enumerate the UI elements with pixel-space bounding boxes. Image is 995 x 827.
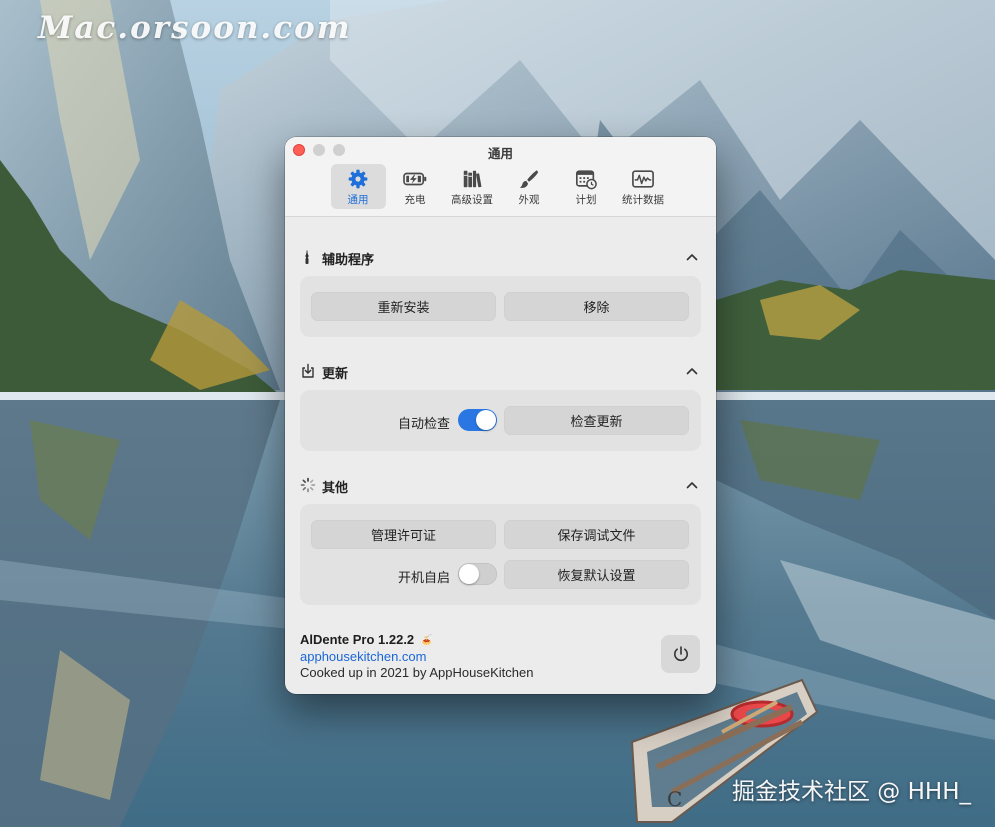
titlebar: 通用 通用 充电 高级设置 外观 计划 统计数据 bbox=[285, 137, 716, 217]
reinstall-button[interactable]: 重新安装 bbox=[311, 292, 496, 321]
save-debug-file-button[interactable]: 保存调试文件 bbox=[504, 520, 689, 549]
helper-panel: 重新安装 移除 bbox=[300, 276, 701, 337]
other-section: 其他 管理许可证 保存调试文件 开机自启 恢复默认设置 bbox=[300, 473, 701, 608]
toolbar: 通用 充电 高级设置 外观 计划 统计数据 bbox=[285, 164, 716, 209]
other-panel: 管理许可证 保存调试文件 开机自启 恢复默认设置 bbox=[300, 504, 701, 605]
tab-label: 统计数据 bbox=[622, 194, 664, 206]
tab-label: 计划 bbox=[575, 194, 597, 206]
svg-text:C: C bbox=[667, 787, 682, 811]
gear-icon bbox=[348, 169, 368, 189]
other-section-header[interactable]: 其他 bbox=[300, 473, 701, 497]
tab-label: 高级设置 bbox=[451, 194, 493, 206]
chevron-up-icon[interactable] bbox=[685, 364, 699, 378]
website-link[interactable]: apphousekitchen.com bbox=[300, 649, 426, 664]
other-section-title: 其他 bbox=[322, 480, 349, 495]
app-version: AlDente Pro 1.22.2 🍝 bbox=[300, 632, 433, 647]
auto-check-toggle[interactable] bbox=[458, 409, 497, 431]
tab-label: 通用 bbox=[347, 194, 369, 206]
toggle-knob bbox=[459, 564, 479, 584]
helper-section-header[interactable]: 辅助程序 bbox=[300, 245, 701, 269]
pasta-emoji-icon: 🍝 bbox=[419, 635, 434, 647]
chevron-up-icon[interactable] bbox=[685, 478, 699, 492]
window-title: 通用 bbox=[487, 147, 513, 161]
update-panel: 自动检查 检查更新 bbox=[300, 390, 701, 451]
tab-label: 外观 bbox=[518, 194, 540, 206]
tab-appearance[interactable]: 外观 bbox=[502, 164, 557, 209]
auto-check-label: 自动检查 bbox=[397, 416, 450, 431]
tab-schedule[interactable]: 计划 bbox=[559, 164, 614, 209]
check-update-button[interactable]: 检查更新 bbox=[504, 406, 689, 435]
watermark-bottom: 掘金技术社区 @ HHH_ bbox=[731, 779, 971, 805]
update-section: 更新 自动检查 检查更新 bbox=[300, 359, 701, 454]
tab-statistics[interactable]: 统计数据 bbox=[616, 164, 671, 209]
update-section-header[interactable]: 更新 bbox=[300, 359, 701, 383]
app-name-text: AlDente Pro 1.22.2 bbox=[300, 632, 415, 647]
brush-icon bbox=[519, 170, 539, 188]
helper-section-title: 辅助程序 bbox=[322, 252, 375, 267]
power-icon bbox=[673, 646, 688, 662]
tab-advanced[interactable]: 高级设置 bbox=[445, 164, 500, 209]
chart-icon bbox=[632, 170, 654, 188]
restore-defaults-button[interactable]: 恢复默认设置 bbox=[504, 560, 689, 589]
wrench-icon bbox=[305, 250, 309, 264]
battery-icon bbox=[403, 172, 427, 186]
helper-section: 辅助程序 重新安装 移除 bbox=[300, 245, 701, 340]
books-icon bbox=[463, 170, 482, 188]
spinner-icon bbox=[300, 477, 316, 493]
footer: AlDente Pro 1.22.2 🍝 apphousekitchen.com… bbox=[300, 630, 701, 680]
chevron-up-icon[interactable] bbox=[685, 250, 699, 264]
credit-text: Cooked up in 2021 by AppHouseKitchen bbox=[300, 665, 534, 680]
tab-charging[interactable]: 充电 bbox=[388, 164, 443, 209]
remove-button[interactable]: 移除 bbox=[504, 292, 689, 321]
manage-license-button[interactable]: 管理许可证 bbox=[311, 520, 496, 549]
launch-at-login-label: 开机自启 bbox=[397, 570, 450, 585]
calendar-clock-icon bbox=[576, 170, 597, 190]
quit-button[interactable] bbox=[661, 635, 700, 673]
watermark-top: Mac.orsoon.com bbox=[38, 10, 352, 46]
launch-at-login-toggle[interactable] bbox=[458, 563, 497, 585]
tab-label: 充电 bbox=[404, 194, 426, 206]
tab-general[interactable]: 通用 bbox=[330, 164, 386, 209]
update-section-title: 更新 bbox=[322, 366, 349, 381]
preferences-window: 通用 通用 充电 高级设置 外观 计划 统计数据 辅助程序 重新安装 移除 更新… bbox=[285, 137, 716, 694]
toggle-knob bbox=[476, 410, 496, 430]
download-box-icon bbox=[302, 363, 314, 378]
